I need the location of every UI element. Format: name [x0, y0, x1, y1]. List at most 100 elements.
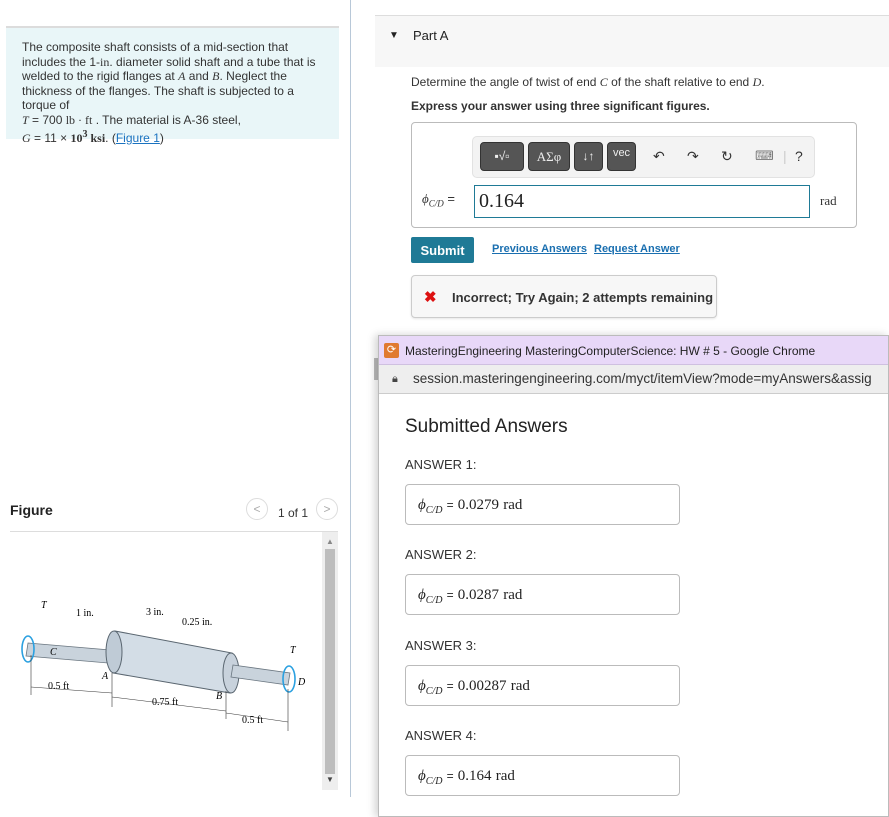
lock-icon[interactable]: 🔒︎ [392, 373, 398, 386]
help-icon[interactable]: ? [795, 148, 803, 164]
math-toolbar: ▪√▫ ΑΣφ ↓↑ vec ↶ ↷ ↻ ⌨ | ? [472, 136, 815, 178]
vector-button[interactable]: vec [607, 142, 636, 171]
caret-down-icon[interactable]: ▼ [389, 30, 399, 41]
pane-divider[interactable] [350, 0, 351, 797]
point-b-label: B [212, 69, 220, 84]
answer-value-line: ϕC/D = 0.164 rad [418, 767, 515, 787]
phi-symbol: ϕ [422, 191, 429, 206]
address-bar[interactable]: 🔒︎ session.masteringengineering.com/myct… [379, 365, 888, 394]
phi-symbol: ϕ [418, 768, 426, 784]
url-text[interactable]: session.masteringengineering.com/myct/it… [413, 371, 872, 386]
figure-label-a: A [101, 671, 109, 682]
problem-text: 10 [70, 130, 83, 145]
equals-sign: = [446, 769, 454, 783]
figure-label-t-right: T [290, 645, 297, 656]
incorrect-x-icon: ✖ [424, 289, 437, 306]
arrows-icon: ↓↑ [582, 149, 595, 163]
answer-value-line: ϕC/D = 0.0279 rad [418, 496, 522, 516]
modulus-unit: ksi [87, 130, 106, 145]
torque-symbol: T [22, 112, 29, 127]
previous-answers-link[interactable]: Previous Answers [492, 243, 587, 255]
figure-title: Figure [10, 502, 53, 518]
part-title: Part A [413, 28, 449, 43]
figure-label-c: C [50, 647, 57, 658]
equals-sign: = [446, 679, 454, 693]
scroll-down-arrow-icon[interactable]: ▼ [322, 772, 338, 788]
answer-value-line: ϕC/D = 0.00287 rad [418, 677, 530, 697]
problem-text: = 700 [28, 112, 66, 127]
figure-header: Figure < 1 of 1 > [10, 498, 338, 532]
figure-label-d: D [297, 677, 306, 688]
submitted-answers-heading: Submitted Answers [405, 416, 568, 437]
answer-value: 0.0279 [457, 497, 500, 513]
figure-link[interactable]: Figure 1 [116, 131, 160, 145]
answer-label: ANSWER 2: [405, 547, 477, 562]
problem-text: and [185, 69, 213, 84]
instruction-text: Express your answer using three signific… [411, 99, 710, 113]
phi-symbol: ϕ [418, 497, 426, 513]
prev-figure-button[interactable]: < [246, 498, 268, 520]
window-titlebar[interactable]: ⟳ MasteringEngineering MasteringComputer… [379, 336, 888, 365]
undo-icon[interactable]: ↶ [653, 148, 665, 165]
problem-text: in [100, 54, 110, 69]
figure-label-l1: 0.5 ft [48, 681, 69, 692]
point-d-label: D [752, 75, 762, 89]
unit-label: rad [820, 193, 837, 208]
scroll-up-arrow-icon[interactable]: ▲ [322, 534, 338, 550]
arrows-button[interactable]: ↓↑ [574, 142, 603, 171]
submitted-answer: ϕC/D = 0.0287 rad [405, 574, 680, 615]
answer-value: 0.164 [457, 768, 492, 784]
figure-label-t-tube: 0.25 in. [182, 617, 212, 628]
torque-unit: lb · ft [65, 112, 93, 127]
figure-label-d-solid: 1 in. [76, 608, 94, 619]
subscript: C/D [425, 595, 443, 606]
left-pane: The composite shaft consists of a mid-se… [0, 0, 350, 817]
problem-text: . The material is A-36 steel, [92, 112, 241, 127]
site-favicon-icon: ⟳ [384, 343, 399, 358]
request-answer-link[interactable]: Request Answer [594, 243, 680, 255]
figure-scrollbar[interactable]: ▲ ▼ [322, 532, 338, 790]
submitted-answer: ϕC/D = 0.164 rad [405, 755, 680, 796]
answer-panel: ▪√▫ ΑΣφ ↓↑ vec ↶ ↷ ↻ ⌨ | ? ϕC/D = rad [411, 122, 857, 228]
problem-text: = 11 × [30, 130, 71, 145]
reset-icon[interactable]: ↻ [721, 148, 733, 165]
next-figure-button[interactable]: > [316, 498, 338, 520]
submit-button[interactable]: Submit [411, 237, 474, 263]
figure-label-b: B [216, 691, 222, 702]
phi-symbol: ϕ [418, 678, 426, 694]
feedback-banner: ✖ Incorrect; Try Again; 2 attempts remai… [411, 275, 717, 318]
question-text-part: Determine the angle of twist of end [411, 75, 600, 89]
answer-unit: rad [503, 587, 523, 603]
answer-label: ANSWER 1: [405, 457, 477, 472]
greek-icon: ΑΣφ [536, 149, 562, 164]
subscript: C/D [425, 776, 443, 787]
submitted-answer: ϕC/D = 0.00287 rad [405, 665, 680, 706]
figure-label-t-left: T [41, 600, 48, 611]
equals-sign: = [446, 498, 454, 512]
figure-label-d-tube: 3 in. [146, 607, 164, 618]
answer-unit: rad [510, 678, 530, 694]
solid-shaft-left [25, 642, 111, 664]
scrollbar-thumb[interactable] [325, 549, 335, 774]
problem-text: . ( [105, 130, 116, 145]
figure-label-l2: 0.75 ft [152, 697, 178, 708]
subscript: C/D [425, 686, 443, 697]
divider [10, 531, 338, 532]
subscript: C/D [428, 198, 444, 209]
shear-modulus-symbol: G [22, 130, 31, 145]
feedback-text: Incorrect; Try Again; 2 attempts remaini… [452, 290, 714, 305]
solid-shaft-right [230, 664, 291, 686]
answer-variable-label: ϕC/D = [422, 191, 455, 209]
templates-button[interactable]: ▪√▫ [480, 142, 524, 171]
vector-icon: vec [612, 147, 631, 159]
greek-symbols-button[interactable]: ΑΣφ [528, 142, 570, 171]
answer-input[interactable] [474, 185, 810, 218]
tube [112, 630, 233, 694]
answer-unit: rad [495, 768, 515, 784]
redo-icon[interactable]: ↷ [687, 148, 699, 165]
chevron-left-icon: < [253, 502, 261, 516]
templates-icon: ▪√▫ [494, 149, 510, 163]
answer-label: ANSWER 3: [405, 638, 477, 653]
keyboard-icon[interactable]: ⌨ [755, 148, 774, 164]
part-a-header[interactable]: ▼ Part A [375, 15, 889, 67]
